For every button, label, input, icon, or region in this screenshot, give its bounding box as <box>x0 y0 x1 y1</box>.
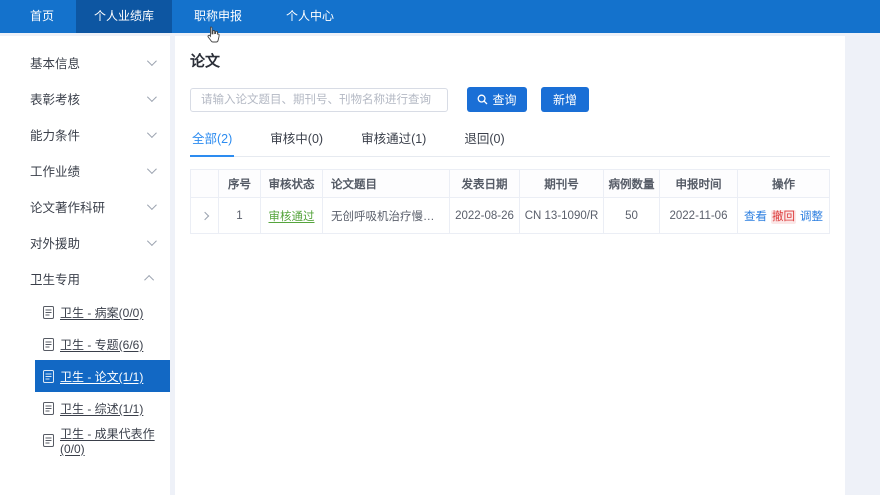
chevron-down-icon <box>147 128 157 138</box>
cell-journal-no: CN 13-1090/R <box>520 198 604 234</box>
sidebar-item-label: 表彰考核 <box>30 89 147 108</box>
sidebar-subitem-label: 卫生 - 专题(6/6) <box>60 336 143 353</box>
tab-in-review[interactable]: 审核中(0) <box>268 128 325 156</box>
sidebar-item-papers-research[interactable]: 论文著作科研 <box>0 188 170 224</box>
document-icon <box>43 402 54 415</box>
header-publish-date: 发表日期 <box>450 170 520 198</box>
header-apply-time: 申报时间 <box>660 170 738 198</box>
sidebar-subitem-health-special-topic[interactable]: 卫生 - 专题(6/6) <box>35 328 170 360</box>
main-content: 论文 查询 新增 全部(2) 审核中(0) 审核通过(1) 退回(0) <box>175 36 845 495</box>
chevron-down-icon <box>147 200 157 210</box>
sidebar-subitem-health-papers[interactable]: 卫生 - 论文(1/1) <box>35 360 170 392</box>
query-button[interactable]: 查询 <box>467 87 527 112</box>
table-row: 1 审核通过 无创呼吸机治疗慢性阻塞性肺疾病过程中人... 2022-08-26… <box>191 198 830 234</box>
nav-item-home[interactable]: 首页 <box>8 0 76 33</box>
header-case-count: 病例数量 <box>604 170 660 198</box>
cell-seq: 1 <box>219 198 261 234</box>
document-icon <box>43 370 54 383</box>
page: 首页 个人业绩库 职称申报 个人中心 基本信息 表彰考核 能力条件 工作业绩 论… <box>0 0 880 495</box>
header-title: 论文题目 <box>323 170 450 198</box>
query-button-label: 查询 <box>492 91 516 108</box>
sidebar-item-foreign-aid[interactable]: 对外援助 <box>0 224 170 260</box>
header-status: 审核状态 <box>261 170 323 198</box>
nav-item-personal-performance-library[interactable]: 个人业绩库 <box>76 0 172 33</box>
tab-approved[interactable]: 审核通过(1) <box>359 128 428 156</box>
search-input[interactable] <box>190 88 448 112</box>
tab-bar: 全部(2) 审核中(0) 审核通过(1) 退回(0) <box>190 128 830 157</box>
toolbar: 查询 新增 <box>190 87 830 112</box>
sidebar-subitem-label: 卫生 - 论文(1/1) <box>60 368 143 385</box>
sidebar-item-work-performance[interactable]: 工作业绩 <box>0 152 170 188</box>
sidebar-item-commendation-assessment[interactable]: 表彰考核 <box>0 80 170 116</box>
sidebar-item-health-dedicated[interactable]: 卫生专用 <box>0 260 170 296</box>
add-button[interactable]: 新增 <box>541 87 589 112</box>
header-journal-no: 期刊号 <box>520 170 604 198</box>
mouse-cursor-icon <box>206 26 221 48</box>
search-icon <box>477 94 488 105</box>
sidebar-item-label: 工作业绩 <box>30 161 147 180</box>
cell-publish-date: 2022-08-26 <box>450 198 520 234</box>
tab-returned[interactable]: 退回(0) <box>462 128 506 156</box>
chevron-down-icon <box>147 236 157 246</box>
document-icon <box>43 306 54 319</box>
header-expand <box>191 170 219 198</box>
adjust-link[interactable]: 调整 <box>800 211 823 223</box>
header-seq: 序号 <box>219 170 261 198</box>
papers-table: 序号 审核状态 论文题目 发表日期 期刊号 病例数量 申报时间 操作 1 审核通… <box>190 169 830 234</box>
chevron-down-icon <box>147 92 157 102</box>
sidebar-item-label: 卫生专用 <box>30 269 147 288</box>
sidebar-item-label: 论文著作科研 <box>30 197 147 216</box>
sidebar-item-label: 对外援助 <box>30 233 147 252</box>
chevron-down-icon <box>147 164 157 174</box>
sidebar-subitem-label: 卫生 - 成果代表作(0/0) <box>60 425 170 456</box>
sidebar-subitem-label: 卫生 - 病案(0/0) <box>60 304 143 321</box>
sidebar-item-label: 能力条件 <box>30 125 147 144</box>
nav-item-personal-center[interactable]: 个人中心 <box>264 0 356 33</box>
header-actions: 操作 <box>738 170 830 198</box>
sidebar-subitem-health-representative-works[interactable]: 卫生 - 成果代表作(0/0) <box>35 424 170 456</box>
sidebar: 基本信息 表彰考核 能力条件 工作业绩 论文著作科研 对外援助 卫生专用 <box>0 36 170 495</box>
view-link[interactable]: 查看 <box>744 211 767 223</box>
table-header-row: 序号 审核状态 论文题目 发表日期 期刊号 病例数量 申报时间 操作 <box>191 170 830 198</box>
page-title: 论文 <box>190 50 830 71</box>
sidebar-item-basic-info[interactable]: 基本信息 <box>0 44 170 80</box>
cell-case-count: 50 <box>604 198 660 234</box>
cell-apply-time: 2022-11-06 <box>660 198 738 234</box>
sidebar-subitem-health-medical-records[interactable]: 卫生 - 病案(0/0) <box>35 296 170 328</box>
top-nav: 首页 个人业绩库 职称申报 个人中心 <box>0 0 880 33</box>
chevron-down-icon <box>147 56 157 66</box>
sidebar-subitem-label: 卫生 - 综述(1/1) <box>60 400 143 417</box>
sidebar-item-ability-conditions[interactable]: 能力条件 <box>0 116 170 152</box>
cell-actions: 查看撤回调整 <box>738 198 830 234</box>
cell-paper-title: 无创呼吸机治疗慢性阻塞性肺疾病过程中人... <box>323 198 450 234</box>
withdraw-link[interactable]: 撤回 <box>771 210 796 224</box>
tab-all[interactable]: 全部(2) <box>190 128 234 156</box>
status-badge: 审核通过 <box>269 211 315 223</box>
expand-row-icon[interactable] <box>200 211 208 219</box>
document-icon <box>43 434 54 447</box>
sidebar-item-label: 基本信息 <box>30 53 147 72</box>
sidebar-subitem-health-review[interactable]: 卫生 - 综述(1/1) <box>35 392 170 424</box>
document-icon <box>43 338 54 351</box>
